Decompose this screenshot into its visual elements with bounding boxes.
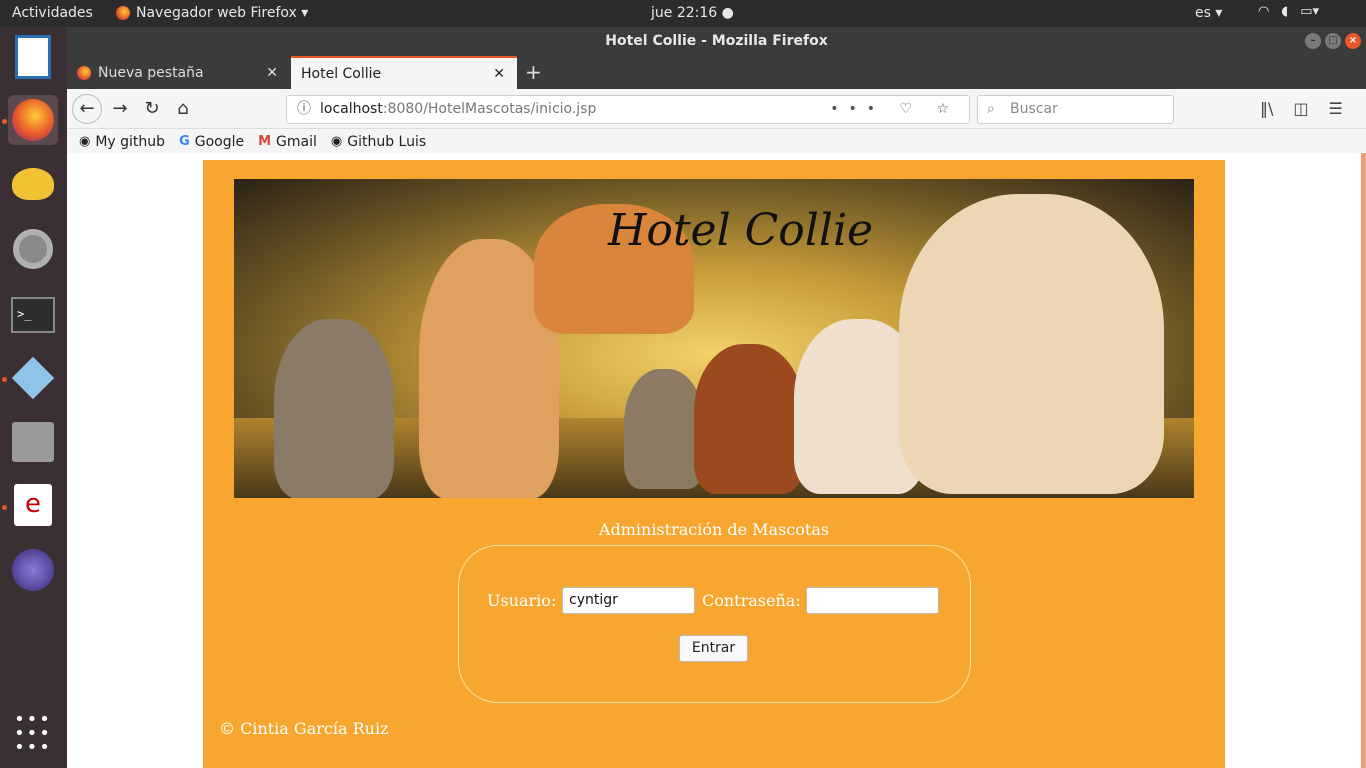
- bookmark-label: My github: [95, 133, 166, 150]
- tab-label: Hotel Collie: [301, 65, 382, 82]
- virtualbox-icon[interactable]: [8, 353, 58, 403]
- library-icon[interactable]: ‖\: [1260, 99, 1273, 118]
- show-apps-icon[interactable]: ••• ••• •••: [8, 709, 58, 759]
- submit-button[interactable]: Entrar: [679, 635, 748, 662]
- window-controls: – □ ×: [1305, 33, 1361, 49]
- writer-icon[interactable]: [8, 32, 58, 82]
- firefox-icon[interactable]: [8, 95, 58, 145]
- files-icon[interactable]: [8, 417, 58, 467]
- search-placeholder: Buscar: [1010, 101, 1058, 117]
- activities-button[interactable]: Actividades: [12, 5, 93, 21]
- url-bar[interactable]: ⓘ localhost:8080/HotelMascotas/inicio.js…: [286, 95, 970, 124]
- bookmark-google[interactable]: G Google: [179, 134, 244, 150]
- navigation-toolbar: ← → ↻ ⌂ ⓘ localhost:8080/HotelMascotas/i…: [67, 89, 1366, 129]
- forward-icon[interactable]: →: [106, 95, 134, 123]
- system-top-bar: Actividades Navegador web Firefox ▾ jue …: [0, 0, 1366, 27]
- sidebar-icon[interactable]: ◫: [1293, 99, 1308, 118]
- scrollbar[interactable]: [1361, 153, 1366, 768]
- chihuahua: [694, 344, 804, 494]
- page-viewport: Hotel Collie Administración de Mascotas …: [67, 153, 1366, 768]
- bookmarks-toolbar: ◉ My github G Google M Gmail ◉ Github Luis: [67, 129, 1366, 155]
- url-path: :8080/HotelMascotas/inicio.jsp: [382, 101, 597, 117]
- cat-left: [274, 319, 394, 498]
- bookmark-label: Google: [194, 133, 245, 150]
- username-input[interactable]: cyntigr: [562, 587, 695, 614]
- running-indicator: [2, 505, 7, 510]
- footer-copyright: © Cintia García Ruiz: [219, 719, 389, 738]
- firefox-icon: [77, 65, 91, 80]
- toolbar-right: ‖\ ◫ ☰: [1260, 99, 1343, 118]
- login-form: [458, 545, 971, 703]
- firefox-window: Hotel Collie - Mozilla Firefox – □ × Nue…: [67, 27, 1366, 768]
- tab-bar: Nueva pestaña ✕ Hotel Collie ✕ +: [67, 56, 1366, 89]
- reload-icon[interactable]: ↻: [138, 95, 166, 123]
- page-container: Hotel Collie Administración de Mascotas …: [203, 160, 1225, 768]
- minimize-icon[interactable]: –: [1305, 33, 1321, 49]
- tab-hotel-collie[interactable]: Hotel Collie ✕: [291, 56, 517, 89]
- firefox-icon: [116, 6, 130, 20]
- running-indicator: [2, 119, 7, 124]
- github-icon: ◉: [79, 134, 91, 149]
- url-host: localhost: [320, 101, 383, 117]
- maximize-icon[interactable]: □: [1325, 33, 1341, 49]
- puppy: [899, 194, 1164, 494]
- app-menu-label: Navegador web Firefox ▾: [136, 5, 309, 21]
- app-menu[interactable]: Navegador web Firefox ▾: [116, 5, 308, 21]
- close-icon[interactable]: ×: [1345, 33, 1361, 49]
- github-icon: ◉: [330, 134, 343, 149]
- password-label: Contraseña:: [702, 591, 801, 610]
- settings-icon[interactable]: [8, 224, 58, 274]
- password-input[interactable]: [806, 587, 939, 614]
- username-label: Usuario:: [487, 591, 557, 610]
- power-icon: ▭▾: [1300, 4, 1320, 19]
- menu-icon[interactable]: ☰: [1329, 99, 1343, 118]
- running-indicator: [2, 377, 7, 382]
- page-actions[interactable]: ••• ♡ ☆: [830, 96, 959, 123]
- evince-icon[interactable]: e: [8, 480, 58, 530]
- back-icon[interactable]: ←: [72, 94, 102, 124]
- home-icon[interactable]: ⌂: [169, 95, 197, 123]
- volume-icon: ◖: [1281, 4, 1289, 19]
- system-tray[interactable]: ◠ ◖ ▭▾: [1258, 4, 1319, 19]
- search-icon: ⌕: [987, 101, 995, 117]
- bookmark-github-luis[interactable]: ◉ Github Luis: [331, 134, 426, 150]
- terminal-icon[interactable]: >_: [8, 290, 58, 340]
- admin-title: Administración de Mascotas: [598, 520, 830, 539]
- search-input[interactable]: ⌕ Buscar: [977, 95, 1174, 124]
- window-titlebar[interactable]: Hotel Collie - Mozilla Firefox – □ ×: [67, 27, 1366, 56]
- teapot-icon[interactable]: [8, 159, 58, 209]
- info-icon[interactable]: ⓘ: [297, 96, 311, 123]
- bookmark-my-github[interactable]: ◉ My github: [79, 134, 165, 150]
- bookmark-gmail[interactable]: M Gmail: [258, 134, 317, 150]
- gmail-icon: M: [258, 134, 272, 149]
- banner-image: Hotel Collie: [234, 179, 1194, 498]
- tab-label: Nueva pestaña: [98, 64, 204, 81]
- wifi-icon: ◠: [1258, 4, 1270, 19]
- dock: >_ e ••• ••• •••: [0, 27, 67, 768]
- language-indicator[interactable]: es ▾: [1195, 5, 1222, 21]
- eclipse-icon[interactable]: [8, 545, 58, 595]
- window-title: Hotel Collie - Mozilla Firefox: [605, 33, 828, 49]
- banner-title: Hotel Collie: [608, 205, 874, 256]
- google-icon: G: [179, 134, 190, 149]
- bookmark-label: Github Luis: [347, 133, 427, 150]
- clock[interactable]: jue 22:16 ●: [651, 5, 734, 21]
- new-tab-button[interactable]: +: [525, 60, 542, 84]
- tab-new-tab[interactable]: Nueva pestaña ✕: [67, 56, 290, 89]
- close-tab-icon[interactable]: ✕: [266, 65, 278, 81]
- close-tab-icon[interactable]: ✕: [493, 66, 505, 82]
- bookmark-label: Gmail: [276, 133, 317, 150]
- kitten: [624, 369, 704, 489]
